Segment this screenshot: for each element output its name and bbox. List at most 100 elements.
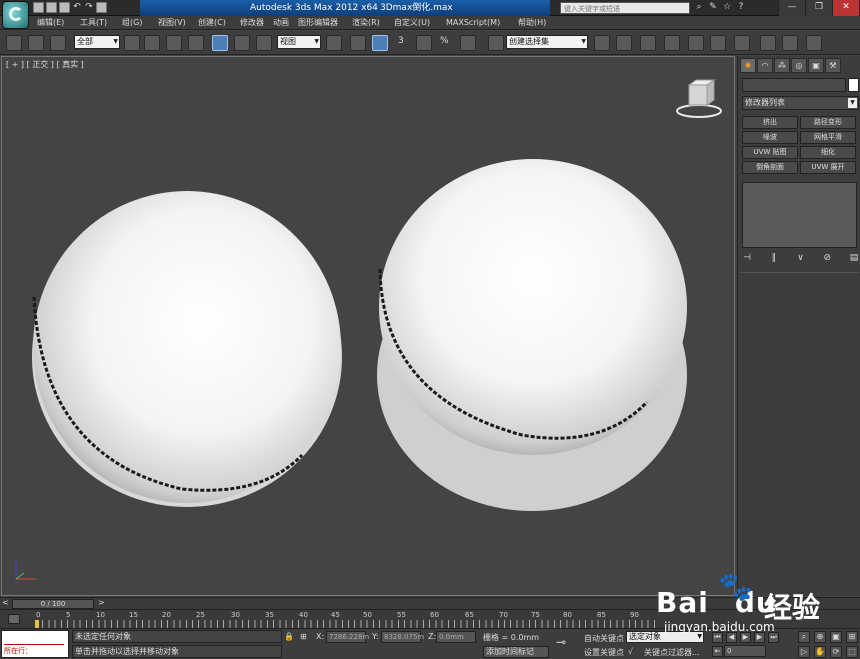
layer-manager-icon[interactable] — [640, 35, 656, 51]
save-file-icon[interactable] — [59, 2, 70, 13]
configure-sets-icon[interactable]: ▤ — [849, 252, 859, 264]
time-next-icon[interactable]: > — [98, 598, 105, 607]
select-object-icon[interactable] — [124, 35, 140, 51]
material-editor-icon[interactable] — [734, 35, 750, 51]
key-filters-button[interactable]: 关键点过滤器... — [644, 647, 700, 658]
next-frame-icon[interactable]: ▶ — [754, 632, 765, 643]
selection-filter-dropdown[interactable]: 全部 — [74, 35, 120, 49]
set-key-button[interactable]: 设置关键点 — [584, 647, 624, 658]
maxscript-listener[interactable]: 所在行： — [1, 630, 69, 658]
menu-customize[interactable]: 自定义(U) — [394, 16, 430, 30]
add-time-tag-button[interactable]: 添加时间标记 — [483, 646, 549, 658]
time-slider[interactable]: < 0 / 100 > — [0, 597, 860, 609]
curve-editor-icon[interactable] — [688, 35, 704, 51]
search-input[interactable]: 键入关键字或短语 — [560, 2, 690, 14]
lock-selection-icon[interactable]: 🔒 — [284, 632, 294, 641]
rendered-frame-icon[interactable] — [782, 35, 798, 51]
display-tab-icon[interactable]: ▣ — [808, 58, 824, 73]
orbit-icon[interactable]: ⟳ — [830, 646, 842, 658]
zoom-extents-all-icon[interactable]: ⊞ — [846, 631, 858, 643]
modifier-unwrap-uvw-button[interactable]: UVW 展开 — [800, 161, 856, 174]
modifier-list-dropdown[interactable]: 修改器列表 — [742, 96, 859, 110]
hierarchy-tab-icon[interactable]: ⁂ — [774, 58, 790, 73]
zoom-extents-icon[interactable]: ▣ — [830, 631, 842, 643]
bind-spacewarp-icon[interactable] — [50, 35, 66, 51]
help-icon[interactable]: ? — [736, 2, 746, 13]
rect-selection-icon[interactable] — [166, 35, 182, 51]
z-coordinate-field[interactable]: 0.0mm — [436, 631, 476, 643]
play-icon[interactable]: ▶ — [740, 632, 751, 643]
menu-edit[interactable]: 编辑(E) — [37, 16, 64, 30]
modifier-bevel-profile-button[interactable]: 倒角剖面 — [742, 161, 798, 174]
menu-group[interactable]: 组(G) — [122, 16, 142, 30]
modifier-tessellate-button[interactable]: 细化 — [800, 146, 856, 159]
modifier-extrude-button[interactable]: 挤出 — [742, 116, 798, 129]
angle-snap-icon[interactable] — [416, 35, 432, 51]
menu-animation[interactable]: 动画 — [273, 16, 289, 30]
render-setup-icon[interactable] — [760, 35, 776, 51]
key-curve-icon[interactable]: √ — [628, 647, 633, 656]
menu-maxscript[interactable]: MAXScript(M) — [446, 16, 500, 30]
pin-stack-icon[interactable]: ⊣ — [742, 252, 752, 264]
right-sphere[interactable] — [377, 159, 687, 511]
menu-help[interactable]: 帮助(H) — [518, 16, 546, 30]
modifier-uvw-map-button[interactable]: UVW 贴图 — [742, 146, 798, 159]
open-file-icon[interactable] — [46, 2, 57, 13]
mirror-icon[interactable] — [594, 35, 610, 51]
star-icon[interactable]: ☆ — [722, 2, 732, 13]
menu-rendering[interactable]: 渲染(R) — [352, 16, 380, 30]
modifier-noise-button[interactable]: 噪波 — [742, 131, 798, 144]
menu-views[interactable]: 视图(V) — [158, 16, 186, 30]
modifier-meshsmooth-button[interactable]: 网格平滑 — [800, 131, 856, 144]
select-rotate-icon[interactable] — [234, 35, 250, 51]
goto-start-icon[interactable]: ⏮ — [712, 632, 723, 643]
graphite-tools-icon[interactable] — [664, 35, 680, 51]
zoom-icon[interactable]: ⌕ — [798, 631, 810, 643]
align-icon[interactable] — [616, 35, 632, 51]
keyboard-shortcut-icon[interactable] — [372, 35, 388, 51]
fov-icon[interactable]: ▷ — [798, 646, 810, 658]
pivot-center-icon[interactable] — [326, 35, 342, 51]
x-coordinate-field[interactable]: 7286.228m — [326, 631, 369, 643]
select-link-icon[interactable] — [6, 35, 22, 51]
goto-end-icon[interactable]: ⏭ — [768, 632, 779, 643]
maximize-viewport-icon[interactable]: ⬚ — [846, 646, 858, 658]
object-color-swatch[interactable] — [848, 78, 859, 92]
snap-toggle-icon[interactable]: 3 — [398, 36, 404, 46]
key-icon[interactable]: ⊸ — [556, 635, 566, 649]
menu-tools[interactable]: 工具(T) — [80, 16, 107, 30]
viewcube-icon[interactable] — [674, 79, 724, 121]
make-unique-icon[interactable]: ∨ — [796, 252, 806, 264]
render-teapot-icon[interactable] — [806, 35, 822, 51]
unlink-icon[interactable] — [28, 35, 44, 51]
modify-tab-icon[interactable]: ◠ — [757, 58, 773, 73]
app-logo-icon[interactable] — [2, 1, 29, 29]
remove-modifier-icon[interactable]: ⊘ — [822, 252, 832, 264]
edit-named-selection-icon[interactable] — [488, 35, 504, 51]
manipulate-icon[interactable] — [350, 35, 366, 51]
track-bar[interactable]: 0 5 10 15 20 25 30 35 40 45 50 55 60 65 … — [0, 609, 860, 628]
named-selection-dropdown[interactable]: 创建选择集 — [506, 35, 588, 49]
schematic-view-icon[interactable] — [710, 35, 726, 51]
project-folder-icon[interactable] — [96, 2, 107, 13]
select-scale-icon[interactable] — [256, 35, 272, 51]
menu-graph-editors[interactable]: 图形编辑器 — [298, 16, 338, 30]
time-slider-thumb[interactable]: 0 / 100 — [12, 599, 94, 609]
reference-coordinate-dropdown[interactable]: 视图 — [277, 35, 321, 49]
y-coordinate-field[interactable]: 8328.075m — [381, 631, 424, 643]
percent-snap-icon[interactable]: % — [440, 36, 449, 46]
modifier-stack[interactable] — [742, 182, 857, 248]
auto-key-button[interactable]: 自动关键点 — [584, 633, 624, 644]
motion-tab-icon[interactable]: ◎ — [791, 58, 807, 73]
undo-icon[interactable]: ↶ — [72, 2, 82, 13]
pan-icon[interactable]: ✋ — [814, 646, 826, 658]
search-icon[interactable]: ⌕ — [694, 2, 704, 13]
close-button[interactable]: ✕ — [832, 0, 859, 16]
minimize-button[interactable]: — — [778, 0, 805, 16]
zoom-all-icon[interactable]: ⊕ — [814, 631, 826, 643]
tools-icon[interactable]: ✎ — [708, 2, 718, 13]
track-bar-filter-icon[interactable] — [8, 614, 20, 624]
redo-icon[interactable]: ↷ — [84, 2, 94, 13]
menu-create[interactable]: 创建(C) — [198, 16, 226, 30]
prev-frame-icon[interactable]: ◀ — [726, 632, 737, 643]
